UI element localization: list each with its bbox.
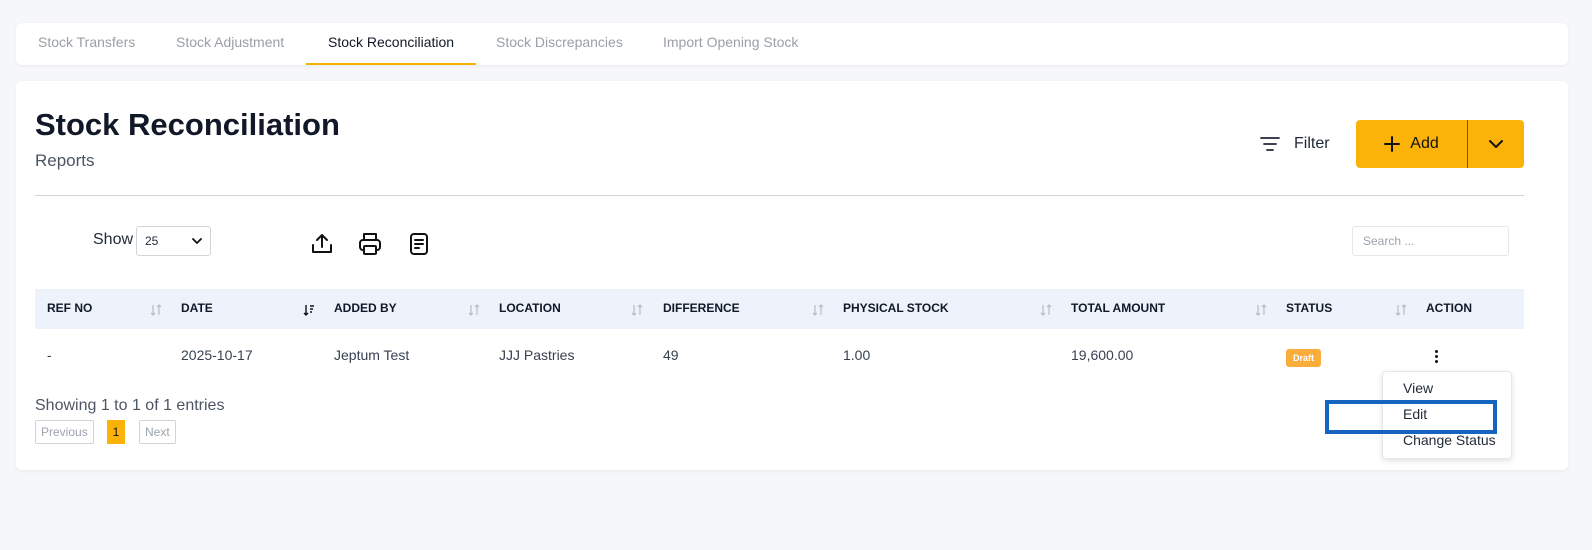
column-header-location[interactable]: LOCATION [499,289,561,329]
table-header: REF NO DATE ADDED BY LOCATION DIFFERENCE… [35,289,1524,329]
page-subtitle: Reports [35,151,95,170]
cell-added-by: Jeptum Test [334,347,410,363]
column-header-ref-no[interactable]: REF NO [47,289,92,329]
document-icon[interactable] [406,231,432,257]
column-header-difference[interactable]: DIFFERENCE [663,289,740,329]
cell-physical-stock: 1.00 [843,347,871,363]
sort-icon[interactable] [1395,303,1407,317]
column-header-action: ACTION [1426,301,1472,315]
sort-icon[interactable] [1255,303,1267,317]
menu-item-view[interactable]: View [1403,380,1433,396]
row-actions-menu-icon[interactable] [1428,347,1444,365]
menu-item-change-status[interactable]: Change Status [1403,432,1496,448]
cell-location: JJJ Pastries [499,347,575,363]
chevron-down-icon [1489,140,1503,148]
status-badge: Draft [1286,349,1322,367]
cell-total-amount: 19,600.00 [1071,347,1134,363]
tab-stock-adjustment[interactable]: Stock Adjustment [154,23,306,65]
tab-stock-discrepancies[interactable]: Stock Discrepancies [474,23,645,65]
filter-button[interactable]: Filter [1260,131,1330,157]
filter-icon [1260,137,1280,151]
plus-icon [1384,136,1401,152]
cell-date: 2025-10-17 [181,347,253,363]
sort-icon[interactable] [812,303,824,317]
tab-bar: Stock Transfers Stock Adjustment Stock R… [16,23,1568,65]
chevron-down-icon [192,237,202,244]
page-size-select[interactable]: 25 [136,226,211,256]
page-size-value: 25 [145,234,159,248]
sort-icon[interactable] [1040,303,1052,317]
filter-label: Filter [1294,135,1330,152]
column-header-total-amount[interactable]: TOTAL AMOUNT [1071,289,1165,329]
next-page-button[interactable]: Next [139,420,176,444]
show-label: Show [93,231,134,248]
header-divider [35,195,1524,196]
search-input[interactable] [1352,226,1509,256]
export-icon[interactable] [309,231,335,257]
sort-icon[interactable] [631,303,643,317]
print-icon[interactable] [357,231,383,257]
add-button[interactable]: Add [1356,120,1468,168]
cell-ref-no: - [47,347,52,363]
add-label: Add [1410,135,1439,152]
column-header-physical-stock[interactable]: PHYSICAL STOCK [843,289,949,329]
column-header-date[interactable]: DATE [181,289,213,329]
sort-icon[interactable] [150,303,162,317]
cell-difference: 49 [663,347,679,363]
sort-icon[interactable] [468,303,480,317]
current-page-button[interactable]: 1 [107,420,125,444]
add-button-group: Add [1356,120,1524,168]
entries-info: Showing 1 to 1 of 1 entries [35,397,225,414]
column-header-added-by[interactable]: ADDED BY [334,289,397,329]
tab-stock-transfers[interactable]: Stock Transfers [16,23,157,65]
sort-desc-icon[interactable] [303,303,315,317]
page-title: Stock Reconciliation [35,107,340,142]
tab-import-opening-stock[interactable]: Import Opening Stock [641,23,820,65]
previous-page-button[interactable]: Previous [35,420,94,444]
edit-highlight-box [1325,400,1497,434]
main-card: Stock Reconciliation Reports Filter Add … [16,81,1568,470]
tab-stock-reconciliation[interactable]: Stock Reconciliation [306,23,477,65]
add-dropdown-toggle[interactable] [1468,120,1524,168]
column-header-status[interactable]: STATUS [1286,289,1332,329]
